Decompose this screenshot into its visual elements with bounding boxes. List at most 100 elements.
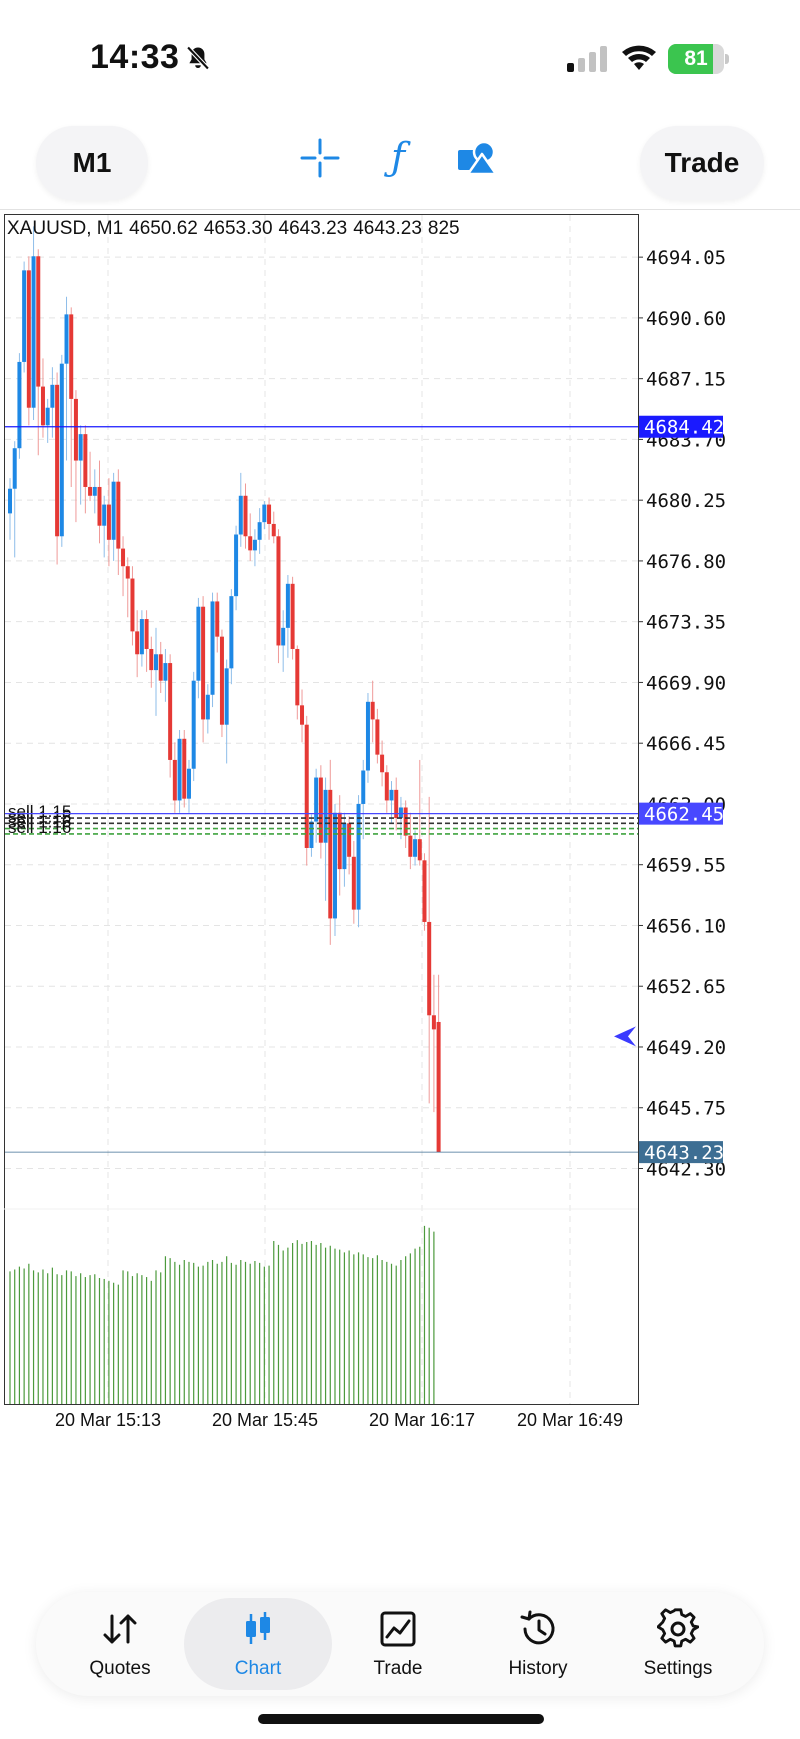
tab-settings[interactable]: Settings xyxy=(604,1598,752,1690)
battery-indicator: 81 xyxy=(668,44,730,74)
candle-body xyxy=(36,256,41,387)
y-tick-label: 4687.15 xyxy=(646,369,726,391)
candle-body xyxy=(380,754,385,773)
candle-body xyxy=(300,705,305,725)
candle-body xyxy=(50,384,55,408)
wifi-icon xyxy=(622,45,656,70)
candle-body xyxy=(55,384,60,537)
candle-body xyxy=(92,486,97,496)
candle-body xyxy=(257,522,262,540)
candle-body xyxy=(125,566,130,579)
candle-body xyxy=(351,856,356,910)
y-tick-label: 4656.10 xyxy=(646,915,726,937)
candle-body xyxy=(337,812,342,870)
y-tick-label: 4673.35 xyxy=(646,612,726,634)
candle-body xyxy=(295,648,300,706)
tab-chart[interactable]: Chart xyxy=(184,1598,332,1690)
svg-text:ƒ: ƒ xyxy=(384,135,411,179)
price-tag-label: 4643.23 xyxy=(644,1142,724,1164)
candle-body xyxy=(267,504,272,524)
candle-body xyxy=(248,536,253,551)
header-open: 4650.62 xyxy=(129,218,198,239)
candle-body xyxy=(285,583,290,628)
tab-label-history: History xyxy=(508,1658,568,1679)
candle-body xyxy=(403,807,408,836)
header-symbol: XAUUSD xyxy=(7,218,87,239)
candle-body xyxy=(158,654,163,681)
candle-body xyxy=(238,495,243,535)
tab-label-settings: Settings xyxy=(643,1658,713,1679)
candle-body xyxy=(149,648,154,671)
candle-body xyxy=(356,803,361,910)
candle-body xyxy=(168,663,173,760)
trade-chart-icon xyxy=(380,1611,416,1647)
candle-body xyxy=(427,921,432,1016)
candle-body xyxy=(201,606,206,720)
candle-body xyxy=(370,701,375,720)
candle-body xyxy=(22,270,27,362)
tab-history[interactable]: History xyxy=(464,1598,612,1690)
candlestick-icon xyxy=(246,1612,270,1644)
header-timeframe: M1 xyxy=(96,218,124,239)
candle-body xyxy=(361,770,366,804)
candle-body xyxy=(234,534,239,597)
tab-label-trade: Trade xyxy=(373,1658,423,1679)
y-tick-label: 4666.45 xyxy=(646,733,726,755)
candle-body xyxy=(45,407,50,426)
bell-slash-icon xyxy=(186,46,210,70)
tab-label-quotes: Quotes xyxy=(89,1658,151,1679)
candle-body xyxy=(135,631,140,655)
candle-body xyxy=(304,724,309,848)
candle-body xyxy=(111,481,116,540)
battery-percentage: 81 xyxy=(684,47,708,70)
candle-body xyxy=(398,807,403,819)
candle-body xyxy=(314,777,319,822)
price-tag-label: 4684.42 xyxy=(644,417,724,439)
indicator-f-icon[interactable]: ƒ xyxy=(370,130,426,186)
home-indicator xyxy=(258,1714,544,1724)
candle-body xyxy=(436,1021,441,1153)
candle-body xyxy=(116,481,121,549)
candle-body xyxy=(172,759,177,801)
price-chart[interactable]: 4694.05 4690.60 4687.15 4683.70 4680.25 4676.… xyxy=(4,214,800,1564)
candle-body xyxy=(97,486,102,526)
trade-button[interactable]: Trade xyxy=(640,126,764,200)
candle-body xyxy=(26,270,31,408)
chart-canvas[interactable]: 4694.054690.604687.154683.704680.254676.… xyxy=(4,214,800,1564)
quotes-arrows-icon xyxy=(103,1614,137,1644)
candle-body xyxy=(69,314,74,399)
crosshair-icon[interactable] xyxy=(292,130,348,186)
y-tick-label: 4680.25 xyxy=(646,490,726,512)
tab-label-chart: Chart xyxy=(234,1658,282,1679)
timeframe-button[interactable]: M1 xyxy=(36,126,148,200)
candle-body xyxy=(78,434,83,461)
candle-body xyxy=(252,539,257,551)
candle-body xyxy=(12,448,17,489)
cell-signal-icon xyxy=(567,46,607,72)
candle-body xyxy=(276,536,281,646)
candle-body xyxy=(64,314,69,364)
candle-body xyxy=(375,719,380,755)
candle-body xyxy=(309,821,314,848)
header-high: 4653.30 xyxy=(203,218,273,239)
candle-body xyxy=(106,504,111,540)
toolbar-divider xyxy=(0,209,800,210)
candle-body xyxy=(271,523,276,537)
candle-body xyxy=(417,839,422,861)
objects-shapes-icon[interactable] xyxy=(450,130,506,186)
candle-body xyxy=(31,256,36,408)
candle-body xyxy=(102,504,107,526)
history-clock-icon xyxy=(520,1610,555,1645)
y-tick-label: 4694.05 xyxy=(646,247,726,269)
trade-arrow-icon xyxy=(614,1026,636,1047)
y-tick-label: 4659.55 xyxy=(646,855,726,877)
candle-body xyxy=(191,680,196,769)
candle-body xyxy=(281,627,286,646)
tab-trade[interactable]: Trade xyxy=(324,1598,472,1690)
candle-body xyxy=(243,495,248,537)
candle-body xyxy=(224,668,229,725)
gear-icon xyxy=(657,1608,699,1648)
candle-body xyxy=(144,619,149,649)
tab-quotes[interactable]: Quotes xyxy=(46,1598,194,1690)
candle-body xyxy=(163,663,168,681)
